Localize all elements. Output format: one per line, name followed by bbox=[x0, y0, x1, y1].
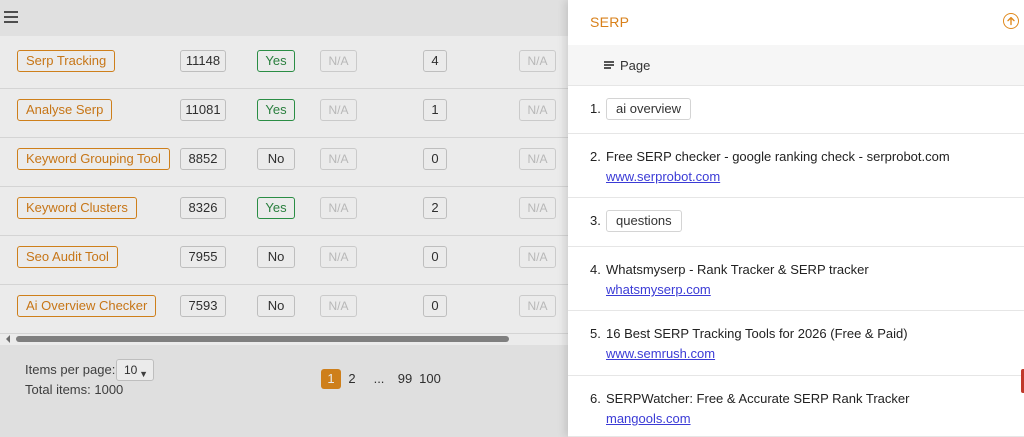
lines-icon bbox=[604, 61, 614, 69]
page-column-header: Page bbox=[568, 45, 1024, 86]
result-number: 6. bbox=[590, 391, 601, 406]
serp-drawer: SERP Page 1. ai overview 2. Free SERP check… bbox=[568, 0, 1024, 437]
result-url-link[interactable]: whatsmyserp.com bbox=[606, 282, 711, 297]
serp-result-item: 3. questions bbox=[568, 198, 1024, 247]
result-title: 16 Best SERP Tracking Tools for 2026 (Fr… bbox=[606, 326, 908, 341]
result-url-link[interactable]: www.semrush.com bbox=[606, 346, 715, 361]
modal-backdrop[interactable] bbox=[0, 0, 568, 437]
result-url-link[interactable]: mangools.com bbox=[606, 411, 691, 426]
result-title: Whatsmyserp - Rank Tracker & SERP tracke… bbox=[606, 262, 869, 277]
result-number: 3. bbox=[590, 213, 601, 228]
serp-feature-tag: ai overview bbox=[606, 98, 692, 120]
arrow-up-circle-icon[interactable] bbox=[1003, 13, 1019, 29]
result-url-link[interactable]: www.serprobot.com bbox=[606, 169, 720, 184]
page-header-label: Page bbox=[620, 58, 651, 73]
serp-feature-tag: questions bbox=[606, 210, 682, 232]
keyword-table-panel: Serp Tracking 11148 Yes N/A 4 N/A Analyse Serp… bbox=[0, 0, 568, 437]
serp-result-item: 5. 16 Best SERP Tracking Tools for 2026 (… bbox=[568, 311, 1024, 376]
serp-result-item: 6. SERPWatcher: Free & Accurate SERP Rank… bbox=[568, 376, 1024, 437]
serp-result-item: 1. ai overview bbox=[568, 86, 1024, 134]
result-number: 4. bbox=[590, 262, 601, 277]
drawer-title: SERP bbox=[590, 14, 630, 30]
result-title: SERPWatcher: Free & Accurate SERP Rank T… bbox=[606, 391, 910, 406]
result-title: Free SERP checker - google ranking check… bbox=[606, 149, 950, 164]
result-number: 1. bbox=[590, 101, 601, 116]
serp-result-item: 2. Free SERP checker - google ranking che… bbox=[568, 134, 1024, 198]
serp-result-item: 4. Whatsmyserp - Rank Tracker & SERP trac… bbox=[568, 247, 1024, 311]
result-number: 2. bbox=[590, 149, 601, 164]
result-number: 5. bbox=[590, 326, 601, 341]
